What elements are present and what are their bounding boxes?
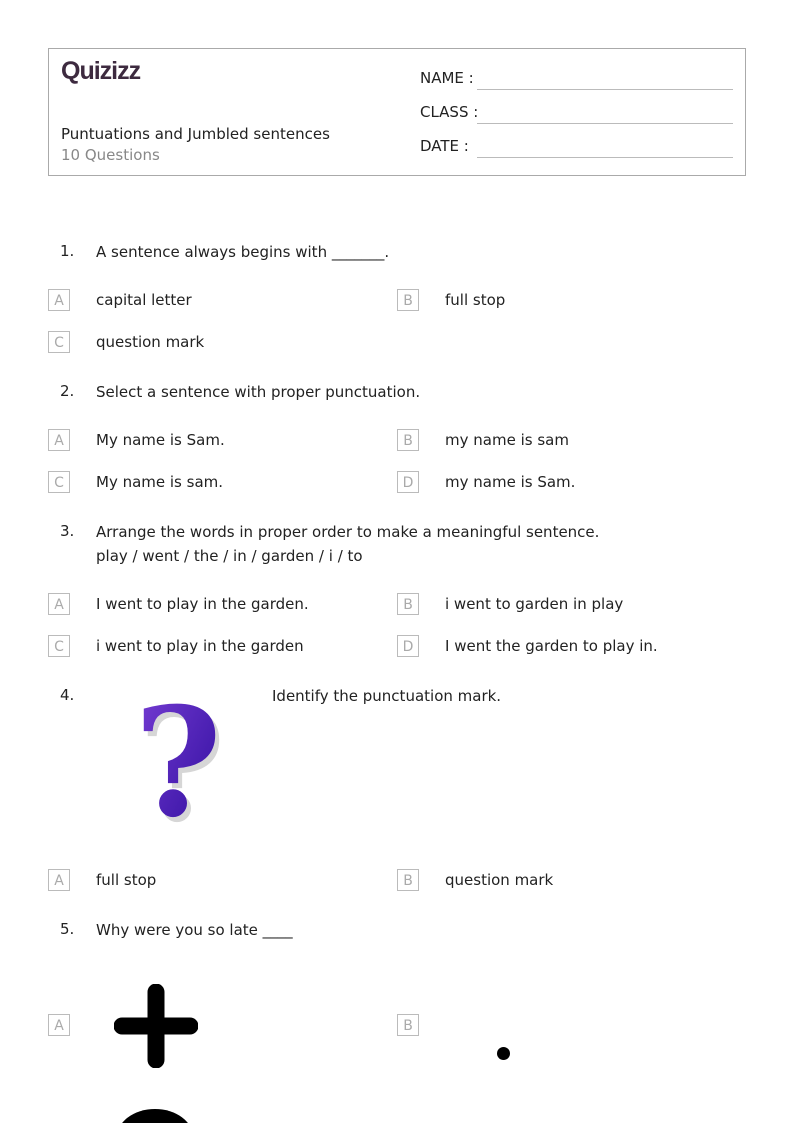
option-letter: B — [397, 593, 419, 615]
option-image-partial — [122, 1109, 188, 1123]
question-jumbled-words: play / went / the / in / garden / i / to — [96, 547, 363, 565]
option-text: My name is Sam. — [96, 431, 225, 449]
option-letter: D — [397, 635, 419, 657]
question-mark-image: ? ? — [134, 695, 226, 835]
class-label: CLASS : — [420, 103, 479, 121]
question-text: A sentence always begins with _______. — [96, 243, 390, 261]
option-letter: A — [48, 593, 70, 615]
option-letter: D — [397, 471, 419, 493]
class-field[interactable] — [477, 123, 733, 124]
worksheet-header: Quizizz Puntuations and Jumbled sentence… — [48, 48, 746, 176]
plus-sign-icon — [114, 984, 198, 1068]
option-letter: A — [48, 1014, 70, 1036]
option-letter: A — [48, 429, 70, 451]
option-letter: A — [48, 869, 70, 891]
worksheet-page: Quizizz Puntuations and Jumbled sentence… — [0, 0, 794, 1123]
option-text: question mark — [96, 333, 205, 351]
option-text: full stop — [445, 291, 506, 309]
worksheet-title: Puntuations and Jumbled sentences — [61, 125, 330, 143]
name-field[interactable] — [477, 89, 733, 90]
option-letter: C — [48, 331, 70, 353]
option-text: my name is Sam. — [445, 473, 576, 491]
option-text: i went to garden in play — [445, 595, 624, 613]
option-letter: B — [397, 1014, 419, 1036]
option-text: my name is sam — [445, 431, 569, 449]
option-letter: B — [397, 429, 419, 451]
svg-text:?: ? — [134, 695, 222, 835]
question-number: 2. — [60, 382, 75, 400]
option-text: I went to play in the garden. — [96, 595, 309, 613]
option-text: capital letter — [96, 291, 192, 309]
question-number: 4. — [60, 686, 75, 704]
option-letter: C — [48, 635, 70, 657]
question-text: Why were you so late ____ — [96, 921, 293, 939]
full-stop-dot-icon — [497, 1047, 510, 1060]
question-number: 5. — [60, 920, 75, 938]
quizizz-logo: Quizizz — [61, 57, 141, 85]
option-letter: B — [397, 869, 419, 891]
question-count: 10 Questions — [61, 146, 160, 164]
option-letter: C — [48, 471, 70, 493]
option-text: question mark — [445, 871, 554, 889]
option-text: full stop — [96, 871, 157, 889]
option-letter: B — [397, 289, 419, 311]
question-text: Arrange the words in proper order to mak… — [96, 523, 600, 541]
question-number: 1. — [60, 242, 75, 260]
question-number: 3. — [60, 522, 75, 540]
date-label: DATE : — [420, 137, 469, 155]
option-text: I went the garden to play in. — [445, 637, 658, 655]
option-text: My name is sam. — [96, 473, 224, 491]
option-text: i went to play in the garden — [96, 637, 304, 655]
option-letter: A — [48, 289, 70, 311]
question-text: Identify the punctuation mark. — [272, 687, 502, 705]
date-field[interactable] — [477, 157, 733, 158]
question-text: Select a sentence with proper punctuatio… — [96, 383, 421, 401]
name-label: NAME : — [420, 69, 474, 87]
